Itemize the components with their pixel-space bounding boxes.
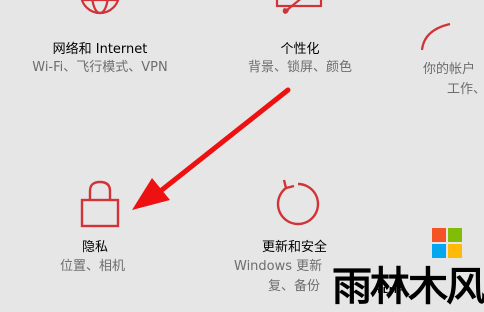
settings-tile-accounts[interactable]: 你的帐户 工作、 bbox=[410, 0, 484, 110]
accounts-description-line2: 工作、 bbox=[447, 82, 484, 97]
refresh-icon bbox=[270, 176, 326, 236]
update-description-line2: 复、备份 bbox=[268, 279, 321, 294]
settings-tile-privacy[interactable]: 隐私 位置、相机 bbox=[40, 170, 170, 290]
globe-icon bbox=[70, 0, 130, 34]
paintbrush-icon bbox=[275, 0, 325, 32]
settings-tile-network[interactable]: 网络和 Internet Wi-Fi、飞行模式、VPN bbox=[10, 0, 190, 110]
network-description: Wi-Fi、飞行模式、VPN bbox=[32, 60, 168, 75]
accounts-description-line1: 你的帐户 bbox=[423, 62, 476, 77]
privacy-description: 位置、相机 bbox=[60, 259, 126, 274]
settings-tile-personalization[interactable]: 个性化 背景、锁屏、颜色 bbox=[220, 0, 380, 110]
personalization-description: 背景、锁屏、颜色 bbox=[247, 60, 352, 75]
watermark: 雨林木风 YLMF bbox=[332, 222, 484, 310]
personalization-title: 个性化 bbox=[280, 42, 320, 57]
privacy-title: 隐私 bbox=[82, 240, 109, 255]
person-icon bbox=[420, 20, 484, 54]
watermark-text: 雨林木风 bbox=[332, 263, 484, 310]
lock-icon bbox=[79, 180, 121, 234]
settings-window: { "tiles": { "network": { "title": "网络和 … bbox=[0, 0, 484, 310]
watermark-subtext: YLMF bbox=[376, 286, 405, 295]
network-title: 网络和 Internet bbox=[52, 42, 148, 57]
